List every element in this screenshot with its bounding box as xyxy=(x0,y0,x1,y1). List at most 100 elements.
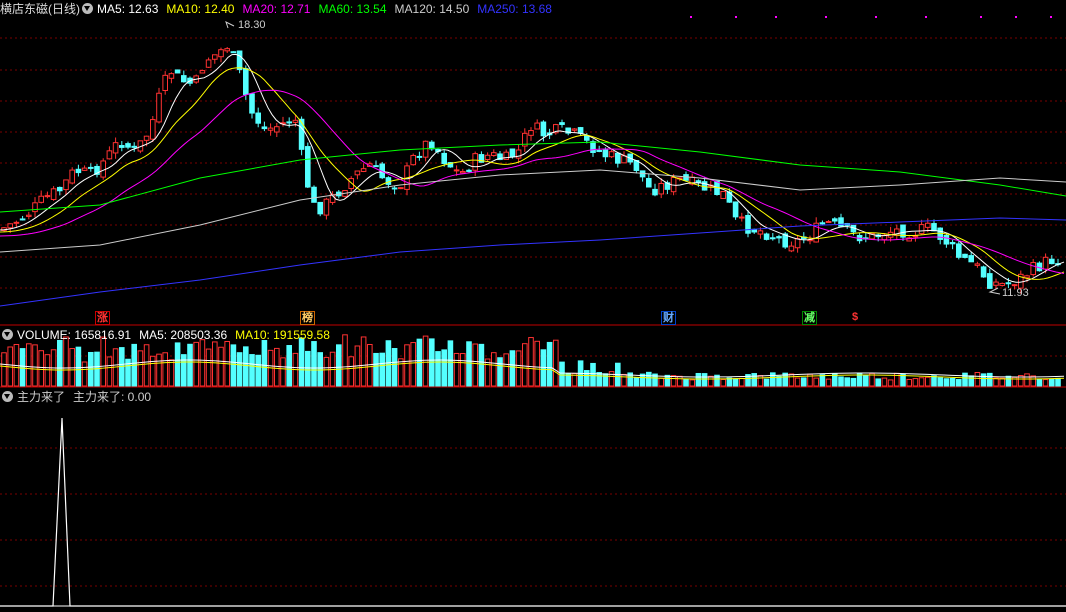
volume-bar-up xyxy=(81,361,88,387)
volume-bar-up xyxy=(925,376,931,387)
volume-bar-down xyxy=(57,339,63,387)
volume-bar-up xyxy=(410,342,416,387)
ma60-line xyxy=(0,141,1066,213)
legend-dropdown-icon[interactable] xyxy=(82,3,94,14)
candle-up xyxy=(398,187,404,190)
candlestick-chart[interactable] xyxy=(0,0,1066,326)
candle-down xyxy=(131,145,137,148)
candle-down xyxy=(931,223,937,232)
candle-down xyxy=(540,121,547,137)
event-marker-reduce[interactable]: 减 xyxy=(802,311,817,325)
volume-bar-down xyxy=(801,377,807,387)
indicator-dropdown-icon[interactable] xyxy=(2,391,13,402)
candle-up xyxy=(460,170,466,174)
volume-bar-down xyxy=(391,348,398,387)
volume-bar-up xyxy=(32,344,38,387)
signal-dot xyxy=(925,16,927,18)
candle-down xyxy=(317,201,323,215)
price-chart-pane[interactable]: 横店东磁(日线) MA5: 12.63 MA10: 12.40 MA20: 12… xyxy=(0,0,1066,326)
volume-bar-up xyxy=(212,341,218,387)
candle-up xyxy=(354,170,361,176)
volume-bar-up xyxy=(881,377,888,387)
candle-up xyxy=(199,70,206,74)
volume-bar-up xyxy=(150,355,156,387)
candle-up xyxy=(739,216,745,219)
volume-bar-down xyxy=(249,354,255,387)
candle-up xyxy=(63,179,69,191)
low-pointer xyxy=(988,287,1001,295)
candle-up xyxy=(925,222,931,228)
volume-bar-down xyxy=(19,348,26,387)
candle-up xyxy=(106,150,113,160)
volume-bar-up xyxy=(218,346,224,387)
candle-up xyxy=(658,182,665,195)
volume-bar-up xyxy=(528,337,534,387)
volume-bar-down xyxy=(261,340,268,387)
volume-bar-down xyxy=(838,376,844,387)
volume-bar-down xyxy=(949,377,956,387)
volume-bar-up xyxy=(162,352,168,387)
volume-bar-down xyxy=(236,352,243,387)
event-marker-finance[interactable]: 财 xyxy=(661,311,676,325)
volume-bar-down xyxy=(509,350,516,387)
event-marker-limit-up[interactable]: 涨 xyxy=(95,311,110,325)
volume-bar-down xyxy=(850,377,857,387)
high-price-label: 18.30 xyxy=(238,19,266,31)
volume-bar-up xyxy=(274,347,280,387)
volume-bar-down xyxy=(844,377,851,387)
signal-dot xyxy=(690,16,692,18)
volume-bar-down xyxy=(174,342,181,387)
candle-up xyxy=(162,74,168,91)
candle-down xyxy=(770,237,776,240)
volume-bar-up xyxy=(460,353,466,387)
legend-ma5: MA5: 12.63 xyxy=(97,1,159,16)
candle-down xyxy=(311,186,317,203)
candle-down xyxy=(838,217,844,227)
volume-bar-down xyxy=(305,350,311,387)
indicator-pane[interactable]: 主力来了 主力来了: 0.00 xyxy=(0,388,1066,612)
volume-bar-down xyxy=(987,372,993,387)
volume-bar-up xyxy=(608,371,615,387)
high-pointer xyxy=(225,21,235,29)
volume-bar-up xyxy=(205,348,212,387)
volume-bar-up xyxy=(38,350,45,387)
candle-up xyxy=(100,160,107,178)
legend-ma10: MA10: 12.40 xyxy=(166,1,235,16)
event-marker-ranking[interactable]: 榜 xyxy=(300,311,315,325)
volume-bar-down xyxy=(466,341,472,387)
volume-bar-down xyxy=(819,374,826,387)
volume-bar-up xyxy=(1042,379,1049,387)
candle-down xyxy=(88,166,94,169)
candle-down xyxy=(19,218,26,221)
candle-up xyxy=(218,49,224,58)
volume-bar-up xyxy=(472,343,478,387)
volume-bar-down xyxy=(311,341,317,387)
candle-up xyxy=(912,235,919,238)
indicator-chart[interactable] xyxy=(0,388,1066,612)
event-marker-dollar[interactable]: $ xyxy=(852,311,858,323)
candle-up xyxy=(503,151,509,160)
indicator-spike xyxy=(0,417,1066,607)
volume-bar-down xyxy=(243,346,249,387)
candle-down xyxy=(75,168,82,174)
volume-bar-up xyxy=(912,378,919,387)
volume-bar-up xyxy=(757,375,764,387)
candle-up xyxy=(999,282,1006,286)
candle-up xyxy=(44,195,51,198)
legend-ma120: MA120: 14.50 xyxy=(394,1,470,16)
volume-bar-up xyxy=(918,377,925,387)
volume-bar-up xyxy=(199,339,206,387)
volume-bar-up xyxy=(491,352,497,387)
volume-dropdown-icon[interactable] xyxy=(2,329,13,340)
candle-down xyxy=(255,112,261,124)
candle-down xyxy=(652,188,658,196)
candle-down xyxy=(441,152,447,164)
candle-up xyxy=(974,263,981,266)
volume-pane[interactable]: VOLUME: 165816.91 MA5: 208503.36 MA10: 1… xyxy=(0,326,1066,388)
volume-bar-up xyxy=(348,356,354,387)
candle-up xyxy=(212,54,218,60)
volume-bar-down xyxy=(980,373,987,387)
volume-bar-up xyxy=(100,336,107,387)
candle-up xyxy=(224,48,230,52)
candle-up xyxy=(788,245,795,252)
